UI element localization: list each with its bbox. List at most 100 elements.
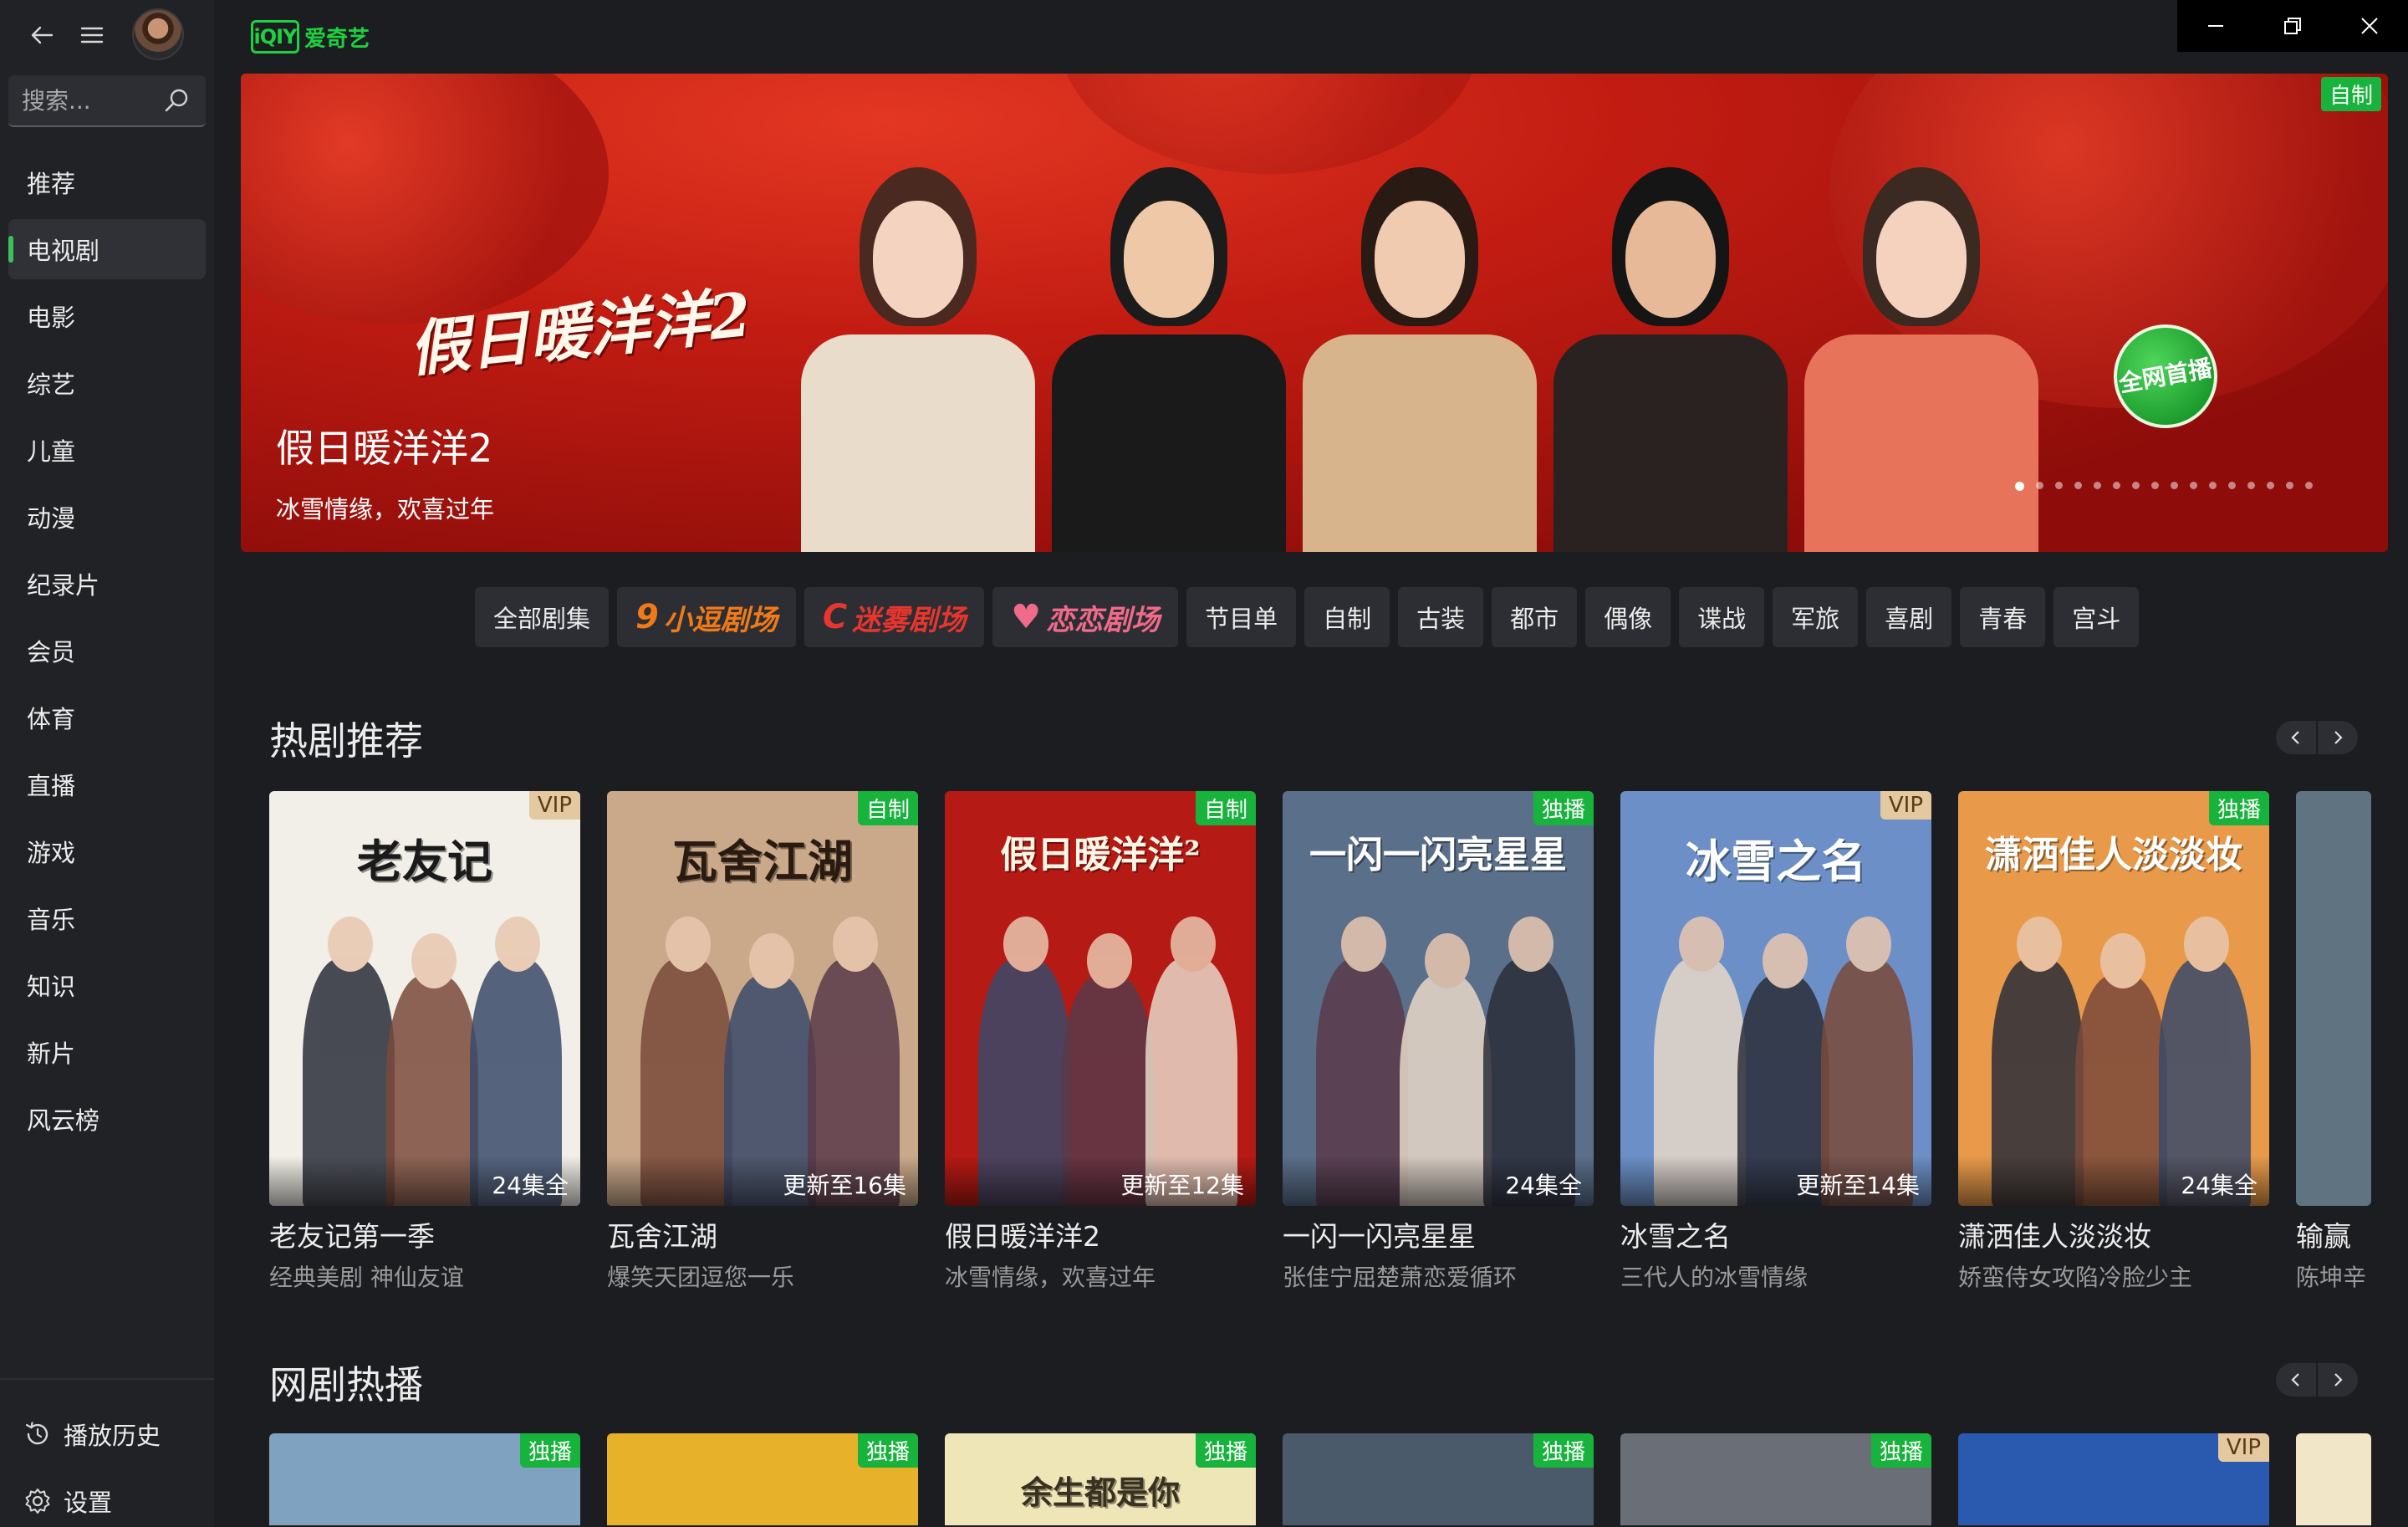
show-title[interactable]: 潇洒佳人淡淡妆 — [1958, 1214, 2269, 1254]
category-chip[interactable]: 喜剧 — [1866, 587, 1952, 647]
sidebar-item-member[interactable]: 会员 — [8, 621, 206, 681]
sidebar-item-variety[interactable]: 综艺 — [8, 353, 206, 413]
poster-image: 潇洒佳人淡淡妆 独播 24集全 — [1958, 791, 2269, 1206]
carousel-dot[interactable] — [2094, 482, 2101, 489]
carousel-dot[interactable] — [2113, 482, 2120, 489]
category-chip[interactable]: 青春 — [1960, 587, 2046, 647]
restore-icon — [2284, 18, 2301, 34]
poster-face — [1679, 917, 1724, 972]
hero-banner[interactable]: 假日暖洋洋2 假日暖洋洋2 冰雪情缘，欢喜过年 自制 全网首播 — [241, 74, 2388, 552]
next-button[interactable] — [2318, 1363, 2358, 1397]
show-card[interactable] — [2296, 1433, 2371, 1525]
show-card[interactable]: 独播 — [1620, 1433, 1931, 1525]
next-button[interactable] — [2318, 721, 2358, 754]
category-chip[interactable]: 9 小逗剧场 — [617, 587, 796, 647]
poster-image: 假日暖洋洋² 自制 更新至12集 — [945, 791, 1256, 1206]
carousel-dot[interactable] — [2267, 482, 2274, 489]
carousel-dot[interactable] — [2132, 482, 2140, 489]
show-title[interactable]: 一闪一闪亮星星 — [1283, 1214, 1594, 1254]
search-icon[interactable] — [162, 87, 191, 115]
user-avatar[interactable] — [132, 8, 184, 60]
sidebar-item-ranking[interactable]: 风云榜 — [8, 1089, 206, 1149]
history-button[interactable]: 播放历史 — [23, 1417, 161, 1452]
show-card[interactable]: 假日暖洋洋² 自制 更新至12集 假日暖洋洋2 冰雪情缘，欢喜过年 — [945, 791, 1256, 1293]
carousel-dot[interactable] — [2015, 482, 2024, 491]
episode-count: 24集全 — [1283, 1156, 1594, 1206]
settings-button[interactable]: 设置 — [23, 1484, 112, 1519]
category-chip[interactable]: 偶像 — [1585, 587, 1671, 647]
category-chip[interactable]: 全部剧集 — [475, 587, 610, 647]
menu-button[interactable] — [74, 17, 110, 54]
show-card[interactable]: 潇洒佳人淡淡妆 独播 24集全 潇洒佳人淡淡妆 娇蛮侍女攻陷冷脸少主 — [1958, 791, 2269, 1293]
hamburger-icon — [80, 27, 104, 43]
carousel-dot[interactable] — [2190, 482, 2197, 489]
show-card[interactable]: 余生都是你 独播 — [945, 1433, 1256, 1525]
carousel-dot[interactable] — [2305, 482, 2313, 489]
sidebar-item-new[interactable]: 新片 — [8, 1022, 206, 1082]
carousel-dot[interactable] — [2151, 482, 2159, 489]
restore-button[interactable] — [2254, 0, 2331, 52]
sidebar-item-documentary[interactable]: 纪录片 — [8, 554, 206, 614]
category-chip[interactable]: 古装 — [1398, 587, 1484, 647]
poster-image: 冰雪之名 VIP 更新至14集 — [1620, 791, 1931, 1206]
carousel-dot[interactable] — [2228, 482, 2236, 489]
sidebar-item-live[interactable]: 直播 — [8, 754, 206, 815]
search-input[interactable] — [22, 86, 156, 115]
show-title[interactable]: 假日暖洋洋2 — [945, 1214, 1256, 1254]
sidebar-item-kids[interactable]: 儿童 — [8, 420, 206, 480]
back-button[interactable] — [23, 17, 60, 54]
show-title[interactable]: 输赢 — [2296, 1214, 2371, 1254]
prev-button[interactable] — [2276, 1363, 2316, 1397]
poster-image: 独播 — [1620, 1433, 1931, 1525]
sidebar-item-tv[interactable]: 电视剧 — [8, 219, 206, 279]
sidebar-item-knowledge[interactable]: 知识 — [8, 955, 206, 1015]
category-chip[interactable]: C 迷雾剧场 — [804, 587, 985, 647]
prev-button[interactable] — [2276, 721, 2316, 754]
show-card[interactable]: 冰雪之名 VIP 更新至14集 冰雪之名 三代人的冰雪情缘 — [1620, 791, 1931, 1293]
sidebar-item-music[interactable]: 音乐 — [8, 888, 206, 948]
sidebar-item-movie[interactable]: 电影 — [8, 286, 206, 346]
sidebar-item-sports[interactable]: 体育 — [8, 687, 206, 748]
chip-label: 青春 — [1978, 605, 2028, 633]
sidebar-item-label: 体育 — [27, 705, 76, 733]
category-chip[interactable]: 宫斗 — [2053, 587, 2140, 647]
show-title[interactable]: 瓦舍江湖 — [607, 1214, 918, 1254]
carousel-dot[interactable] — [2209, 482, 2217, 489]
category-chip[interactable]: 谍战 — [1679, 587, 1765, 647]
sidebar-item-recommend[interactable]: 推荐 — [8, 152, 206, 212]
category-chip[interactable]: ♥ 恋恋剧场 — [992, 587, 1179, 647]
show-card[interactable]: 独播 — [607, 1433, 918, 1525]
close-button[interactable] — [2331, 0, 2408, 52]
carousel-dot[interactable] — [2036, 482, 2043, 489]
poster-badge: 自制 — [1195, 791, 1256, 825]
poster-badge: 独播 — [1533, 791, 1594, 825]
show-card[interactable]: VIP — [1958, 1433, 2269, 1525]
show-card[interactable]: 输赢 陈坤辛 — [2296, 791, 2371, 1293]
poster-title-art: 冰雪之名 — [1686, 835, 1866, 888]
section-title-hot: 热剧推荐 — [269, 718, 423, 764]
sidebar-nav: 推荐电视剧电影综艺儿童动漫纪录片会员体育直播 游戏音乐知识新片风云榜 — [8, 152, 206, 1156]
poster-face — [328, 917, 373, 972]
carousel-dot[interactable] — [2171, 482, 2178, 489]
show-title[interactable]: 老友记第一季 — [269, 1214, 580, 1254]
show-card[interactable]: 一闪一闪亮星星 独播 24集全 一闪一闪亮星星 张佳宁屈楚萧恋爱循环 — [1283, 791, 1594, 1293]
show-title[interactable]: 冰雪之名 — [1620, 1214, 1931, 1254]
sidebar-item-anime[interactable]: 动漫 — [8, 487, 206, 547]
carousel-dot[interactable] — [2247, 482, 2255, 489]
carousel-dot[interactable] — [2074, 482, 2082, 489]
show-card[interactable]: 老友记 VIP 24集全 老友记第一季 经典美剧 神仙友谊 — [269, 791, 580, 1293]
sidebar-item-label: 电影 — [27, 304, 76, 332]
carousel-dot[interactable] — [2286, 482, 2293, 489]
category-chip[interactable]: 自制 — [1304, 587, 1390, 647]
carousel-dot[interactable] — [2055, 482, 2063, 489]
iqiyi-logo[interactable]: iQIY 爱奇艺 — [251, 18, 370, 55]
show-card[interactable]: 瓦舍江湖 自制 更新至16集 瓦舍江湖 爆笑天团逗您一乐 — [607, 791, 918, 1293]
category-chip[interactable]: 都市 — [1492, 587, 1578, 647]
minimize-button[interactable] — [2177, 0, 2254, 52]
category-chip[interactable]: 军旅 — [1773, 587, 1859, 647]
show-card[interactable]: 独播 — [269, 1433, 580, 1525]
show-card[interactable]: 独播 — [1283, 1433, 1594, 1525]
sidebar-item-game[interactable]: 游戏 — [8, 821, 206, 881]
poster-title-art: 一闪一闪亮星星 — [1309, 834, 1567, 876]
category-chip[interactable]: 节目单 — [1186, 587, 1297, 647]
